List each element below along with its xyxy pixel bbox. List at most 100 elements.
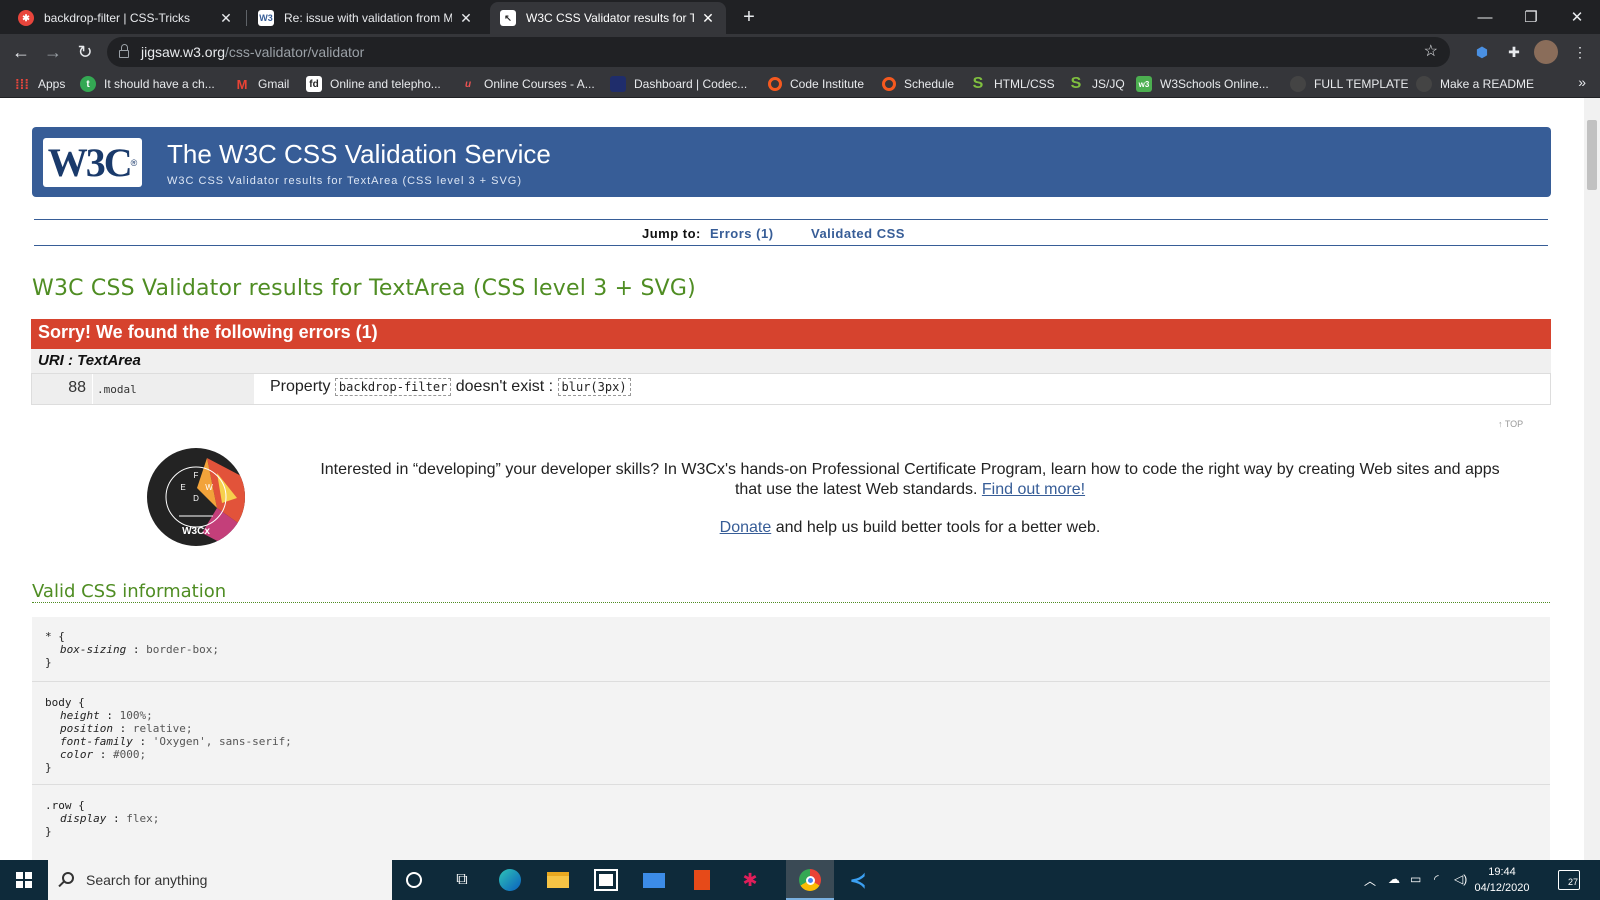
chrome-icon[interactable] — [796, 866, 824, 894]
cortana-icon[interactable] — [400, 866, 428, 894]
page-subtitle: W3C CSS Validator results for TextArea (… — [167, 175, 523, 187]
css-property: font-family — [60, 735, 133, 748]
tab-close-icon[interactable]: ✕ — [458, 10, 474, 27]
bookmark-star-icon[interactable]: ☆ — [1424, 41, 1438, 61]
bookmark-apps[interactable]: ⁞⁞⁞ Apps — [14, 75, 65, 93]
back-to-top-link[interactable]: ↑ TOP — [1498, 419, 1523, 429]
bookmark-label: Online Courses - A... — [484, 77, 595, 91]
bookmarks-overflow-icon[interactable]: » — [1578, 74, 1586, 90]
tab-validation-email[interactable]: W3 Re: issue with validation from Mi ✕ — [248, 2, 484, 34]
svg-text:W: W — [205, 483, 213, 492]
find-out-more-link[interactable]: Find out more! — [982, 481, 1085, 498]
bookmark-gmail[interactable]: M Gmail — [234, 75, 290, 93]
tab-close-icon[interactable]: ✕ — [700, 10, 716, 27]
url-host: jigsaw.w3.org — [141, 44, 226, 60]
bookmark-item[interactable]: w3 W3Schools Online... — [1136, 75, 1269, 93]
css-property: display — [60, 812, 107, 825]
bookmark-label: Code Institute — [790, 77, 865, 91]
w3c-banner: W3C ® The W3C CSS Validation Service W3C … — [32, 127, 1551, 197]
forward-arrow-icon[interactable]: → — [40, 39, 66, 65]
windows-taskbar: Search for anything ⧉ ✱ ≺ ︿ ☁ ▭ ◜ ◁) 19:… — [0, 860, 1600, 900]
bookmark-label: FULL TEMPLATE — [1314, 77, 1409, 91]
error-value: blur(3px) — [557, 378, 631, 396]
taskbar-clock[interactable]: 19:44 04/12/2020 — [1462, 864, 1542, 896]
donate-link[interactable]: Donate — [720, 519, 772, 536]
css-declaration: height : 100%; — [60, 709, 153, 722]
minimize-button[interactable]: — — [1462, 0, 1508, 34]
show-hidden-icons-icon[interactable]: ︿ — [1364, 872, 1376, 889]
bookmark-item[interactable]: Code Institute — [768, 75, 864, 93]
onedrive-cloud-icon[interactable]: ☁ — [1388, 872, 1400, 886]
scrollbar-thumb[interactable] — [1587, 120, 1597, 190]
file-explorer-icon[interactable] — [544, 866, 572, 894]
bookmark-label: Make a README — [1440, 77, 1535, 91]
bookmark-label: JS/JQ — [1092, 77, 1125, 91]
slack-icon[interactable]: ✱ — [736, 866, 764, 894]
tab-title: backdrop-filter | CSS-Tricks — [44, 11, 191, 25]
task-view-icon[interactable]: ⧉ — [448, 866, 476, 894]
bookmark-item[interactable]: Schedule — [882, 75, 954, 93]
github-icon — [1416, 76, 1432, 92]
notification-count: 27 — [1567, 877, 1578, 887]
page-scrollbar[interactable] — [1584, 98, 1600, 860]
bookmarks-bar: ⁞⁞⁞ Apps t It should have a ch... M Gmai… — [0, 70, 1600, 98]
bookmark-item[interactable]: Dashboard | Codec... — [610, 75, 747, 93]
tab-title: Re: issue with validation from Mi — [284, 11, 452, 25]
tab-css-tricks[interactable]: ✱ backdrop-filter | CSS-Tricks ✕ — [8, 2, 244, 34]
css-value: #000; — [113, 748, 147, 761]
css-selector: body { — [45, 696, 85, 709]
windows-start-button[interactable] — [0, 860, 48, 900]
jump-errors-link[interactable]: Errors (1) — [710, 226, 774, 241]
edge-icon[interactable] — [496, 866, 524, 894]
css-rule: body { height : 100%; position : relativ… — [32, 682, 1550, 785]
office-icon[interactable] — [688, 866, 716, 894]
tab-close-icon[interactable]: ✕ — [218, 10, 234, 27]
svg-text:F: F — [194, 471, 199, 480]
bookmark-label: Schedule — [904, 77, 955, 91]
address-bar[interactable]: jigsaw.w3.org/css-validator/validator ☆ — [107, 37, 1450, 67]
extension-shield-icon[interactable]: ⬢ — [1472, 42, 1492, 62]
chrome-menu-icon[interactable]: ⋮ — [1570, 42, 1590, 62]
close-window-button[interactable]: ✕ — [1554, 0, 1600, 34]
error-message-mid: doesn't exist : — [455, 378, 554, 395]
tab-validator-results[interactable]: ↖ W3C CSS Validator results for Tex ✕ — [490, 2, 726, 34]
new-tab-button[interactable]: + — [738, 6, 760, 29]
css-close-brace: } — [45, 761, 52, 774]
extensions-puzzle-icon[interactable]: ✚ — [1504, 42, 1524, 62]
browser-toolbar: ← → ↻ jigsaw.w3.org/css-validator/valida… — [0, 34, 1600, 70]
store-icon[interactable] — [592, 866, 620, 894]
w3c-logo[interactable]: W3C ® — [43, 138, 142, 187]
clock-date: 04/12/2020 — [1474, 882, 1530, 894]
css-value: relative; — [132, 722, 193, 735]
profile-avatar[interactable] — [1534, 40, 1558, 64]
wifi-icon[interactable]: ◜ — [1434, 872, 1439, 886]
taskbar-search-input[interactable]: Search for anything — [48, 860, 392, 900]
bookmark-item[interactable]: Make a README — [1416, 75, 1534, 93]
bookmark-item[interactable]: FULL TEMPLATE — [1290, 75, 1408, 93]
bookmark-label: HTML/CSS — [994, 77, 1055, 91]
url-path: /css-validator/validator — [225, 44, 365, 60]
mail-icon[interactable] — [640, 866, 668, 894]
bookmark-item[interactable]: fd Online and telepho... — [306, 75, 441, 93]
reload-icon[interactable]: ↻ — [72, 39, 98, 65]
css-declaration: display : flex; — [60, 812, 160, 825]
w3cx-badge-image[interactable]: F E W D W3Cx — [147, 448, 245, 546]
bookmark-item[interactable]: S JS/JQ — [1068, 75, 1125, 93]
maximize-button[interactable]: ❐ — [1508, 0, 1554, 34]
vscode-icon[interactable]: ≺ — [844, 866, 872, 894]
badge-label: W3Cx — [182, 526, 210, 537]
css-value: 100%; — [119, 709, 153, 722]
jump-validated-css-link[interactable]: Validated CSS — [811, 226, 905, 241]
battery-icon[interactable]: ▭ — [1410, 872, 1421, 886]
error-uri: URI : TextArea — [31, 349, 1551, 373]
w3c-favicon-icon: ↖ — [500, 10, 516, 26]
schedule-icon — [882, 77, 896, 91]
error-message-prefix: Property — [270, 378, 331, 395]
results-heading: W3C CSS Validator results for TextArea (… — [32, 276, 696, 301]
notifications-icon[interactable]: 27 — [1558, 870, 1580, 890]
gmail-icon: M — [236, 76, 248, 92]
bookmark-item[interactable]: S HTML/CSS — [970, 75, 1055, 93]
bookmark-item[interactable]: t It should have a ch... — [80, 75, 215, 93]
bookmark-item[interactable]: u Online Courses - A... — [460, 75, 595, 93]
back-arrow-icon[interactable]: ← — [8, 39, 34, 65]
